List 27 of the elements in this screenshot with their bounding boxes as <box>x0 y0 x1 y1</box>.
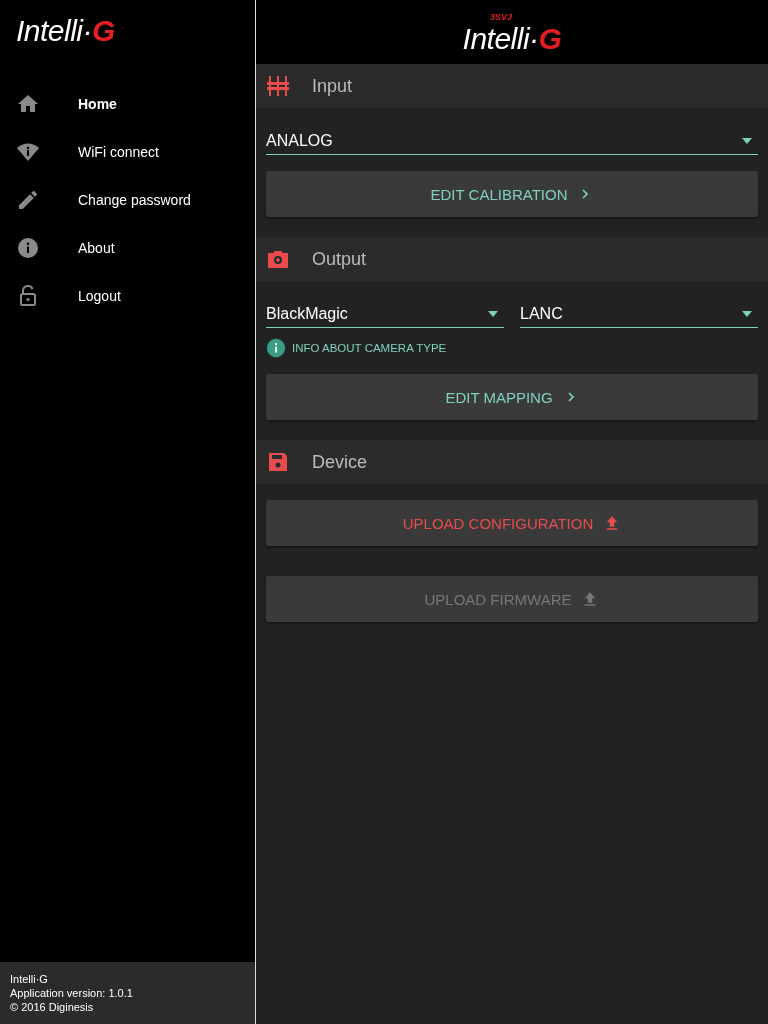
sliders-icon <box>266 74 290 98</box>
logo-tag: 3SVJ <box>490 12 512 22</box>
section-title: Input <box>312 75 353 97</box>
nav-item[interactable]: WiFi connect <box>0 128 255 176</box>
dropdown-arrow-icon <box>742 311 752 317</box>
footer-text: Intelli·G <box>10 972 49 986</box>
dropdown-arrow-icon <box>742 138 752 144</box>
info-icon <box>266 338 286 358</box>
info-link[interactable]: INFO ABOUT CAMERA TYPE <box>292 342 447 354</box>
info-icon <box>16 236 40 260</box>
nav-item[interactable]: Logout <box>0 272 255 320</box>
section-title: Output <box>312 248 367 270</box>
dropdown[interactable]: ANALOG <box>266 128 758 155</box>
dropdown[interactable]: BlackMagic <box>266 301 504 328</box>
footer-text: © 2016 Diginesis <box>10 1000 95 1014</box>
dropdown[interactable]: LANC <box>520 301 758 328</box>
nav-item[interactable]: Change password <box>0 176 255 224</box>
logo: Intelli·G <box>16 14 115 47</box>
action-button[interactable]: EDIT CALIBRATION <box>266 171 758 217</box>
nav-item[interactable]: About <box>0 224 255 272</box>
action-button[interactable]: EDIT MAPPING <box>266 374 758 420</box>
nav-item[interactable]: Home <box>0 80 255 128</box>
section-title: Device <box>312 451 368 473</box>
logo: Intelli·G <box>462 21 562 56</box>
footer-text: Application version: 1.0.1 <box>10 986 134 1000</box>
pencil-icon <box>16 188 40 212</box>
dropdown-arrow-icon <box>488 311 498 317</box>
